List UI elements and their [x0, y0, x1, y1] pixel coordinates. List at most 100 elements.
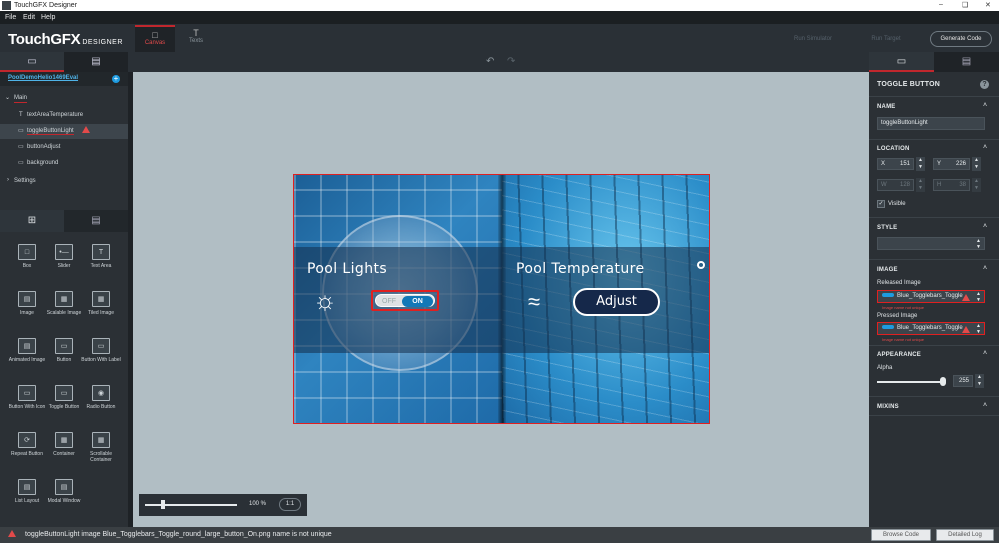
add-screen-icon[interactable]: +: [112, 75, 120, 83]
widget-toggle-button[interactable]: ▭ Toggle Button: [44, 385, 84, 410]
widget-repeat-button[interactable]: ⟳ Repeat Button: [7, 432, 47, 457]
text-area-icon: T: [19, 112, 23, 118]
status-bar: toggleButtonLight image Blue_Togglebars_…: [0, 527, 999, 543]
tab-interactions[interactable]: ▤: [934, 52, 999, 72]
widget-scalable-image[interactable]: ▦ Scalable Image: [44, 291, 84, 316]
zoom-slider-thumb[interactable]: [161, 500, 166, 509]
generate-code-button[interactable]: Generate Code: [930, 31, 992, 47]
close-icon[interactable]: ✕: [985, 1, 991, 9]
tab-add-widget[interactable]: ⊞: [0, 210, 64, 232]
visible-checkbox[interactable]: ✓: [877, 200, 885, 208]
x-field[interactable]: X 151: [877, 158, 914, 170]
widget-button[interactable]: ▭ Button: [44, 338, 84, 363]
menu-edit[interactable]: Edit: [23, 14, 35, 21]
alpha-spinner[interactable]: ▲ ▼: [975, 374, 984, 388]
widget-text-area[interactable]: T Text Area: [81, 244, 121, 269]
tree-item-button[interactable]: buttonAdjust: [27, 144, 60, 150]
y-spinner[interactable]: ▲ ▼: [972, 157, 981, 171]
menu-help[interactable]: Help: [41, 14, 55, 21]
h-spinner: ▲ ▼: [972, 178, 981, 192]
alpha-slider-track[interactable]: [877, 381, 943, 383]
name-collapse-icon[interactable]: ˄: [983, 102, 987, 109]
zoom-slider-track[interactable]: [145, 504, 237, 506]
tree-item-textarea[interactable]: textAreaTemperature: [27, 112, 83, 118]
zoom-value: 100 %: [249, 501, 267, 507]
tab-properties[interactable]: ▭: [869, 52, 934, 72]
widget-button-label[interactable]: ▭ Button With Label: [81, 338, 121, 363]
screens-icon: ▤: [91, 56, 101, 67]
image-collapse-icon[interactable]: ˄: [983, 265, 987, 272]
browse-code-button[interactable]: Browse Code: [871, 529, 931, 541]
tab-texts[interactable]: T Texts: [176, 25, 216, 52]
tree-item-background[interactable]: background: [27, 160, 58, 166]
widget-radio-button[interactable]: ◉ Radio Button: [81, 385, 121, 410]
widget-box[interactable]: □ Box: [7, 244, 47, 269]
appearance-collapse-icon[interactable]: ˄: [983, 350, 987, 357]
divider: [869, 217, 999, 218]
minimize-icon[interactable]: –: [939, 1, 943, 8]
project-name[interactable]: PoolDemoHelio1469Eval: [8, 75, 78, 81]
detailed-log-button[interactable]: Detailed Log: [936, 529, 994, 541]
tab-images[interactable]: ▤: [64, 210, 128, 232]
widget-image[interactable]: ▤ Image: [7, 291, 47, 316]
alpha-slider-thumb[interactable]: [940, 377, 946, 386]
style-select[interactable]: ▲ ▼: [877, 237, 985, 250]
text-icon: T: [193, 28, 199, 38]
run-simulator-button[interactable]: Run Simulator: [783, 32, 843, 46]
y-field[interactable]: Y 226: [933, 158, 970, 170]
widget-label: Tiled Image: [88, 310, 114, 316]
widget-modal-window[interactable]: ▤ Modal Window: [44, 479, 84, 504]
button-icon: ▭: [55, 338, 73, 354]
name-input[interactable]: toggleButtonLight: [877, 117, 985, 130]
pressed-image-select[interactable]: Blue_Togglebars_Toggle ▲ ▼: [877, 322, 985, 335]
status-message[interactable]: toggleButtonLight image Blue_Togglebars_…: [25, 531, 332, 538]
x-spinner[interactable]: ▲ ▼: [916, 157, 925, 171]
toggle-button-light[interactable]: OFF ON: [371, 290, 439, 311]
tree-screen-main[interactable]: Main: [14, 95, 28, 103]
settings-expander-icon[interactable]: ›: [7, 177, 9, 183]
scalable-image-icon: ▦: [55, 291, 73, 307]
text-area-temperature-marker[interactable]: [697, 261, 705, 269]
widget-list-layout[interactable]: ▤ List Layout: [7, 479, 47, 504]
mixins-collapse-icon[interactable]: ˄: [983, 402, 987, 409]
h-field: H 38: [933, 179, 970, 191]
widget-container[interactable]: ▦ Container: [44, 432, 84, 457]
menu-file[interactable]: File: [5, 14, 16, 21]
widget-button-icon[interactable]: ▭ Button With Icon: [7, 385, 47, 410]
tab-screens-view[interactable]: ▤: [64, 52, 128, 72]
tree-item-toggle[interactable]: toggleButtonLight: [27, 128, 74, 135]
toggle-thumbnail-icon: [882, 293, 894, 298]
name-section-title: NAME: [877, 104, 896, 110]
widget-animated-image[interactable]: ▤ Animated Image: [7, 338, 47, 363]
warning-icon: [82, 126, 90, 133]
zoom-reset-button[interactable]: 1:1: [279, 498, 301, 511]
undo-icon[interactable]: ↶: [486, 56, 494, 67]
screen-main-expander[interactable]: ⌄: [5, 94, 10, 101]
screen-preview[interactable]: Pool Lights ☼ OFF ON Pool Temperature ≈ …: [293, 174, 710, 424]
mixins-section-title: MIXINS: [877, 404, 899, 410]
image-icon: ▤: [18, 291, 36, 307]
widget-slider[interactable]: •— Slider: [44, 244, 84, 269]
light-bulb-icon: ☼: [313, 285, 337, 315]
box-icon: □: [18, 244, 36, 260]
released-image-select[interactable]: Blue_Togglebars_Toggle ▲ ▼: [877, 290, 985, 303]
adjust-button[interactable]: Adjust: [573, 288, 660, 316]
location-collapse-icon[interactable]: ˄: [983, 144, 987, 151]
run-target-button[interactable]: Run Target: [860, 32, 912, 46]
help-icon[interactable]: ?: [980, 80, 989, 89]
divider: [869, 345, 999, 346]
widget-tiled-image[interactable]: ▦ Tiled Image: [81, 291, 121, 316]
redo-icon[interactable]: ↷: [507, 56, 515, 67]
button-label-icon: ▭: [92, 338, 110, 354]
widget-scrollable-container[interactable]: ▦ Scrollable Container: [81, 432, 121, 463]
restore-icon[interactable]: ❑: [962, 1, 968, 9]
tab-canvas[interactable]: □ Canvas: [135, 25, 175, 52]
tab-tree-view[interactable]: ▭: [0, 52, 64, 72]
alpha-input[interactable]: 255: [953, 375, 973, 387]
style-collapse-icon[interactable]: ˄: [983, 223, 987, 230]
tree-settings[interactable]: Settings: [14, 178, 36, 184]
widget-label: Text Area: [90, 263, 112, 269]
toggle-on-label: ON: [402, 296, 433, 307]
style-section-title: STYLE: [877, 225, 898, 231]
divider: [869, 415, 999, 416]
